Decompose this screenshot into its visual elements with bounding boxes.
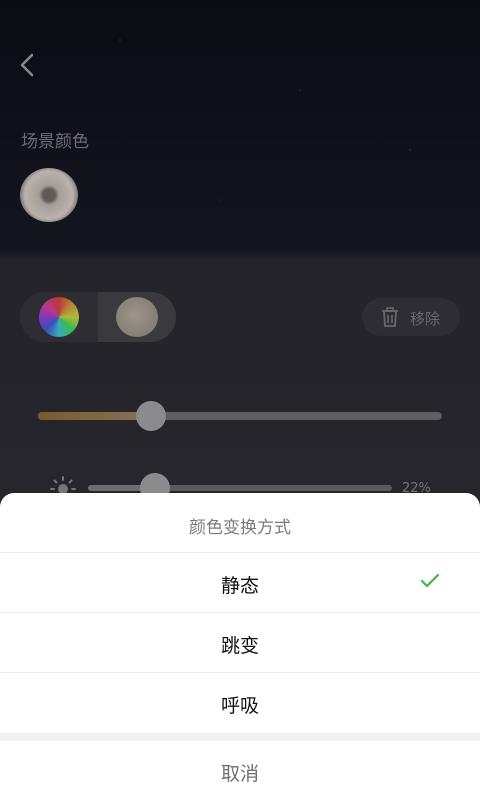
option-label: 静态 [220, 575, 259, 597]
sheet-title: 颜色变换方式 [189, 518, 291, 538]
brightness-slider[interactable] [88, 473, 392, 503]
color-transition-sheet: 颜色变换方式 静态 跳变 呼吸 取消 [0, 493, 480, 800]
cancel-label: 取消 [220, 763, 259, 785]
color-mode-toggle [20, 292, 176, 342]
option-label: 跳变 [220, 635, 259, 657]
scene-color-label: 场景颜色 [21, 132, 89, 152]
sheet-separator [0, 733, 480, 741]
remove-label: 移除 [410, 310, 441, 328]
color-slider-thumb[interactable] [136, 401, 167, 431]
option-label: 呼吸 [220, 695, 259, 717]
color-slider-fill [38, 412, 152, 420]
scene-color-swatch[interactable] [20, 168, 78, 222]
option-jump[interactable]: 跳变 [0, 613, 480, 672]
solid-color-icon[interactable] [116, 297, 158, 337]
option-breathe[interactable]: 呼吸 [0, 673, 480, 732]
remove-button[interactable]: 移除 [362, 298, 460, 336]
color-slider[interactable] [38, 401, 442, 431]
cancel-button[interactable]: 取消 [0, 741, 480, 800]
back-arrow-icon[interactable] [16, 52, 40, 78]
color-wheel-icon[interactable] [39, 297, 79, 337]
trash-icon [382, 307, 398, 327]
check-icon [420, 573, 440, 588]
option-static[interactable]: 静态 [0, 553, 480, 612]
